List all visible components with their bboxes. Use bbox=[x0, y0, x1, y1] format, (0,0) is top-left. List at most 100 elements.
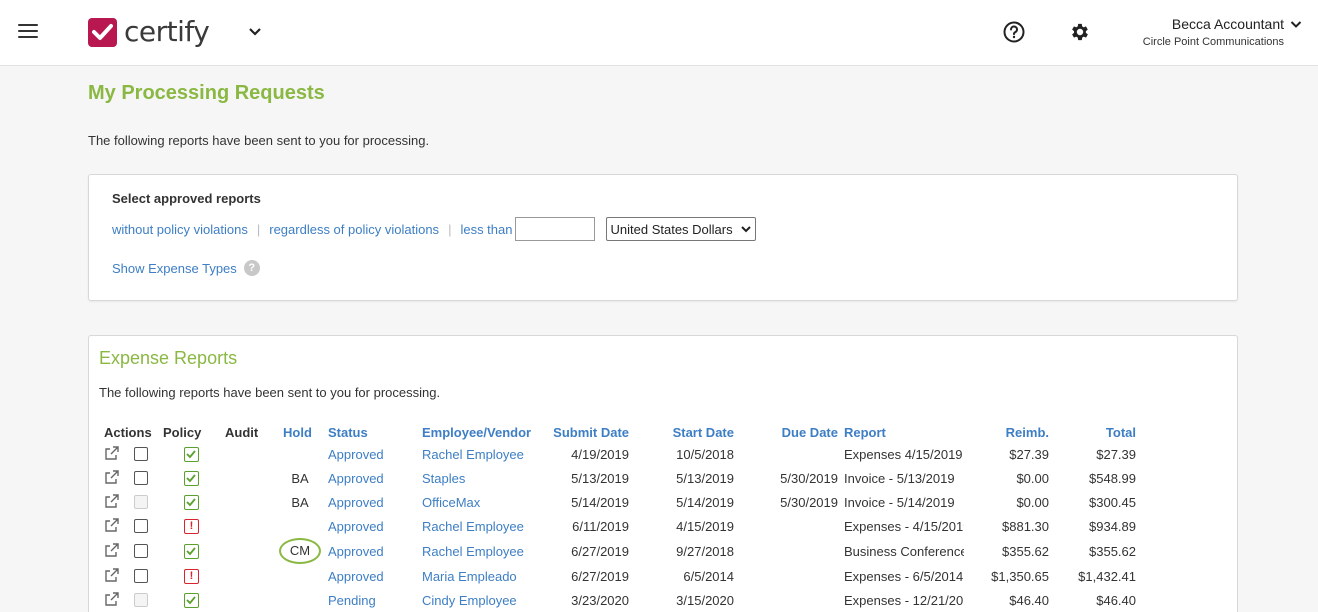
status-link[interactable]: Approved bbox=[328, 569, 384, 584]
policy-ok-icon[interactable] bbox=[184, 495, 199, 511]
table-row: BA Approved OfficeMax 5/14/2019 5/14/2019 5/3… bbox=[103, 490, 1136, 514]
submit-date: 4/19/2019 bbox=[571, 446, 629, 462]
audit-value bbox=[219, 490, 277, 514]
regardless-violations-link[interactable]: regardless of policy violations bbox=[269, 222, 439, 237]
help-badge-icon[interactable]: ? bbox=[243, 260, 260, 276]
employee-link[interactable]: Rachel Employee bbox=[422, 447, 524, 462]
currency-select[interactable]: United States Dollars bbox=[605, 217, 756, 241]
total-amount: $46.40 bbox=[1096, 592, 1136, 608]
col-employee[interactable]: Employee/Vendor bbox=[415, 422, 549, 442]
less-than-link[interactable]: less than bbox=[460, 222, 512, 237]
separator: | bbox=[256, 221, 261, 237]
logo-check-icon bbox=[88, 17, 117, 47]
col-report[interactable]: Report bbox=[838, 422, 964, 442]
report-name: Expenses - 12/21/2019 bbox=[844, 592, 964, 608]
row-checkbox[interactable] bbox=[134, 471, 148, 485]
reimb-amount: $881.30 bbox=[1002, 518, 1049, 534]
open-report-icon[interactable] bbox=[104, 493, 120, 512]
employee-link[interactable]: Maria Empleado bbox=[422, 569, 517, 584]
hamburger-icon[interactable] bbox=[18, 24, 38, 40]
row-checkbox[interactable] bbox=[134, 544, 148, 558]
status-link[interactable]: Approved bbox=[328, 447, 384, 462]
open-report-icon[interactable] bbox=[104, 591, 120, 610]
due-date bbox=[734, 538, 838, 564]
open-report-icon[interactable] bbox=[104, 469, 120, 488]
col-due-date[interactable]: Due Date bbox=[734, 422, 838, 442]
start-date: 9/27/2018 bbox=[676, 543, 734, 559]
col-audit: Audit bbox=[225, 424, 259, 440]
employee-link[interactable]: Rachel Employee bbox=[422, 544, 524, 559]
page-title: My Processing Requests bbox=[88, 82, 325, 104]
policy-violation-icon[interactable]: ! bbox=[184, 519, 199, 535]
row-checkbox[interactable] bbox=[134, 447, 148, 461]
total-amount: $27.39 bbox=[1096, 446, 1136, 462]
show-expense-types-link[interactable]: Show Expense Types bbox=[112, 261, 237, 276]
submit-date: 6/27/2019 bbox=[571, 568, 629, 584]
employee-link[interactable]: OfficeMax bbox=[422, 495, 480, 510]
table-row: BA Approved Staples 5/13/2019 5/13/2019 5/30/… bbox=[103, 466, 1136, 490]
open-report-icon[interactable] bbox=[104, 542, 120, 561]
due-date bbox=[734, 442, 838, 466]
reimb-amount: $0.00 bbox=[1016, 470, 1049, 486]
start-date: 5/13/2019 bbox=[676, 470, 734, 486]
col-start-date[interactable]: Start Date bbox=[629, 422, 734, 442]
audit-value bbox=[219, 588, 277, 612]
user-menu[interactable]: Becca Accountant Circle Point Communicat… bbox=[1143, 16, 1302, 48]
policy-ok-icon[interactable] bbox=[184, 544, 199, 560]
open-report-icon[interactable] bbox=[104, 567, 120, 586]
table-row: ! Approved Maria Empleado 6/27/2019 6/5/2014… bbox=[103, 564, 1136, 588]
reimb-amount: $355.62 bbox=[1002, 543, 1049, 559]
col-status[interactable]: Status bbox=[321, 422, 415, 442]
employee-link[interactable]: Rachel Employee bbox=[422, 519, 524, 534]
due-date: 5/30/2019 bbox=[780, 470, 838, 486]
logo-text: certify bbox=[124, 15, 210, 48]
reimb-amount: $0.00 bbox=[1016, 494, 1049, 510]
start-date: 5/14/2019 bbox=[676, 494, 734, 510]
hold-value-circled: CM bbox=[279, 538, 321, 564]
expense-reports-panel: Expense Reports The following reports ha… bbox=[88, 335, 1238, 612]
status-link[interactable]: Pending bbox=[328, 593, 376, 608]
report-name: Expenses - 4/15/2019 bbox=[844, 518, 964, 534]
employee-link[interactable]: Cindy Employee bbox=[422, 593, 517, 608]
total-amount: $355.62 bbox=[1089, 543, 1136, 559]
hold-value: BA bbox=[291, 494, 309, 510]
employee-link[interactable]: Staples bbox=[422, 471, 465, 486]
user-chevron-icon bbox=[1290, 20, 1302, 28]
chevron-down-icon[interactable] bbox=[248, 25, 262, 40]
due-date bbox=[734, 564, 838, 588]
policy-violation-icon[interactable]: ! bbox=[184, 569, 199, 585]
col-hold[interactable]: Hold bbox=[277, 422, 321, 442]
start-date: 10/5/2018 bbox=[676, 446, 734, 462]
open-report-icon[interactable] bbox=[104, 517, 120, 536]
report-name: Business Conference bbox=[844, 543, 964, 559]
table-header-row: Actions Policy Audit Hold Status Employe… bbox=[103, 422, 1136, 442]
start-date: 3/15/2020 bbox=[676, 592, 734, 608]
table-row: ! Approved Rachel Employee 6/11/2019 4/15/20… bbox=[103, 514, 1136, 538]
policy-ok-icon[interactable] bbox=[184, 471, 199, 487]
status-link[interactable]: Approved bbox=[328, 471, 384, 486]
col-total[interactable]: Total bbox=[1049, 422, 1136, 442]
status-link[interactable]: Approved bbox=[328, 495, 384, 510]
without-violations-link[interactable]: without policy violations bbox=[112, 222, 248, 237]
row-checkbox[interactable] bbox=[134, 569, 148, 583]
open-report-icon[interactable] bbox=[104, 445, 120, 464]
total-amount: $548.99 bbox=[1089, 470, 1136, 486]
total-amount: $934.89 bbox=[1089, 518, 1136, 534]
total-amount: $1,432.41 bbox=[1078, 568, 1136, 584]
amount-input[interactable] bbox=[514, 217, 595, 241]
due-date bbox=[734, 588, 838, 612]
status-link[interactable]: Approved bbox=[328, 519, 384, 534]
policy-ok-icon[interactable] bbox=[184, 593, 199, 609]
row-checkbox[interactable] bbox=[134, 519, 148, 533]
page-subtitle: The following reports have been sent to … bbox=[88, 133, 430, 148]
audit-value bbox=[219, 564, 277, 588]
user-name-row: Becca Accountant bbox=[1143, 16, 1302, 32]
col-reimb[interactable]: Reimb. bbox=[964, 422, 1049, 442]
col-submit-date[interactable]: Submit Date bbox=[549, 422, 629, 442]
company-name: Circle Point Communications bbox=[1142, 36, 1284, 48]
help-icon[interactable] bbox=[1003, 21, 1025, 46]
status-link[interactable]: Approved bbox=[328, 544, 384, 559]
policy-ok-icon[interactable] bbox=[184, 447, 199, 463]
gear-icon[interactable] bbox=[1069, 21, 1091, 46]
certify-logo[interactable]: certify bbox=[88, 15, 210, 48]
